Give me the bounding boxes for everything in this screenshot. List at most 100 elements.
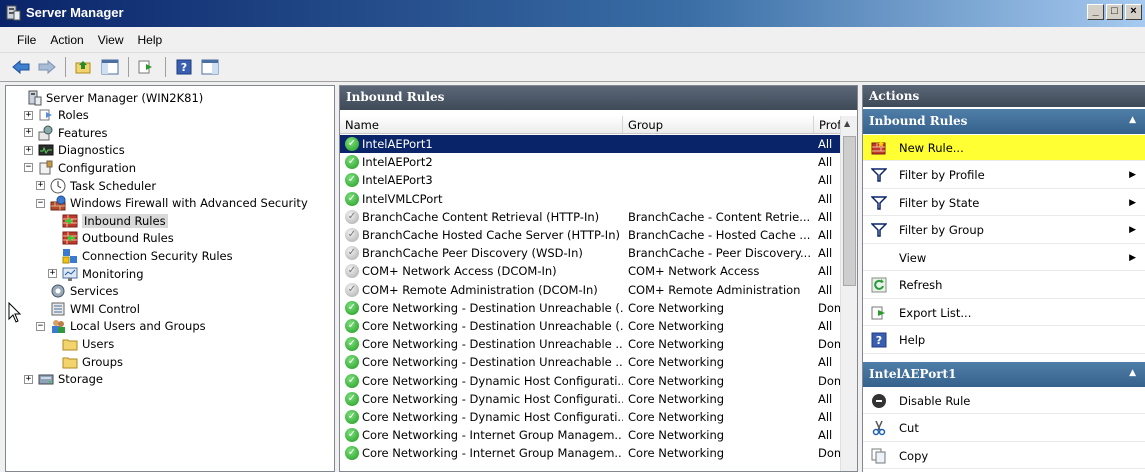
tree-item[interactable]: + Features [24, 124, 107, 141]
tree-item-label: Monitoring [82, 266, 144, 281]
scrollbar-thumb[interactable] [843, 136, 856, 286]
show-hide-tree-button[interactable] [99, 56, 121, 78]
actions-section-inbound-rules[interactable]: Inbound Rules ▲ [863, 109, 1145, 134]
rule-row[interactable]: ✓ IntelAEPort1 All [340, 135, 840, 154]
menu-action[interactable]: Action [43, 33, 90, 47]
help-button[interactable]: ? [173, 56, 195, 78]
rule-row[interactable]: ✓ COM+ Remote Administration (DCOM-In) COM… [340, 281, 840, 299]
action-help[interactable]: ? Help [863, 328, 1145, 354]
collapse-icon[interactable]: ▲ [1129, 115, 1136, 125]
back-button[interactable] [10, 56, 32, 78]
collapse-icon[interactable]: − [24, 163, 33, 173]
svg-text:?: ? [876, 334, 882, 347]
tree-item[interactable]: + Roles [24, 107, 89, 124]
rule-row[interactable]: ✓ BranchCache Peer Discovery (WSD-In) Bran… [340, 244, 840, 262]
rule-row[interactable]: ✓ IntelVMLCPort All [340, 190, 840, 208]
rule-row[interactable]: ✓ Core Networking - Destination Unreachab… [340, 317, 840, 335]
rule-row[interactable]: ✓ Core Networking - Internet Group Manage… [340, 444, 840, 462]
column-header-group[interactable]: Group [623, 116, 814, 133]
collapse-icon[interactable]: − [36, 198, 45, 208]
rule-row[interactable]: ✓ Core Networking - Destination Unreachab… [340, 299, 840, 317]
tree-item[interactable]: Groups [62, 353, 123, 370]
rule-row[interactable]: ✓ Core Networking - Destination Unreachab… [340, 353, 840, 371]
mouse-cursor-icon [8, 302, 22, 323]
action-pane-button[interactable] [199, 56, 221, 78]
action-export-list[interactable]: Export List... [863, 300, 1145, 326]
column-header-name[interactable]: Name [340, 116, 623, 133]
export-list-button[interactable] [136, 56, 158, 78]
collapse-icon[interactable]: ▲ [1129, 368, 1136, 378]
rule-name-cell: ✓ Core Networking - Destination Unreachab… [340, 300, 623, 315]
rule-name-cell: ✓ Core Networking - Internet Group Manage… [340, 428, 623, 443]
rule-group: Core Networking [628, 355, 725, 370]
tree-item[interactable]: − Configuration [24, 159, 136, 176]
rule-row[interactable]: ✓ IntelAEPort2 All [340, 153, 840, 171]
rule-enabled-icon: ✓ [345, 137, 359, 152]
expand-icon[interactable]: + [24, 374, 33, 384]
action-label: Filter by State [899, 195, 980, 210]
tree-item[interactable]: Connection Security Rules [62, 247, 233, 264]
expand-icon[interactable]: + [24, 128, 33, 138]
action-disable-rule[interactable]: Disable Rule [863, 388, 1145, 414]
action-filter-by-state[interactable]: Filter by State ▶ [863, 190, 1145, 216]
tree-item[interactable]: − Local Users and Groups [36, 318, 206, 335]
column-header-profile[interactable]: Prof [814, 116, 840, 133]
rule-row[interactable]: ✓ Core Networking - Dynamic Host Configur… [340, 408, 840, 426]
tree-item[interactable]: Inbound Rules [62, 212, 168, 229]
action-filter-by-group[interactable]: Filter by Group ▶ [863, 218, 1145, 244]
rule-enabled-icon: ✓ [345, 191, 359, 206]
menu-help[interactable]: Help [131, 33, 170, 47]
tree-item[interactable]: Outbound Rules [62, 230, 174, 247]
expand-icon[interactable]: + [36, 181, 45, 190]
rule-row[interactable]: ✓ COM+ Network Access (DCOM-In) COM+ Netwo… [340, 262, 840, 280]
vertical-scrollbar[interactable]: ▲ [840, 116, 857, 471]
window-title: Server Manager [26, 5, 124, 20]
action-new-rule[interactable]: New Rule... [863, 135, 1145, 161]
tree-item[interactable]: + Diagnostics [24, 142, 125, 159]
tree-item-label: Outbound Rules [82, 231, 174, 246]
scroll-up-icon[interactable]: ▲ [844, 119, 850, 128]
tree-item[interactable]: WMI Control [50, 300, 140, 317]
blank-icon [871, 250, 887, 266]
rule-name: Core Networking - Dynamic Host Configura… [362, 391, 623, 406]
maximize-button[interactable]: □ [1106, 4, 1123, 20]
rule-row[interactable]: ✓ BranchCache Hosted Cache Server (HTTP-I… [340, 226, 840, 244]
expand-icon[interactable]: + [24, 110, 33, 120]
tree-item[interactable]: Server Manager (WIN2K81) [26, 89, 203, 106]
tree-item[interactable]: Services [50, 283, 119, 300]
expand-icon[interactable]: + [48, 269, 57, 278]
console-tree-icon [101, 59, 119, 75]
rule-profile: All [818, 391, 833, 406]
rule-disabled-icon: ✓ [345, 264, 359, 279]
collapse-icon[interactable]: − [36, 321, 45, 331]
menu-view[interactable]: View [91, 33, 131, 47]
action-cut[interactable]: Cut [863, 416, 1145, 442]
rule-row[interactable]: ✓ Core Networking - Dynamic Host Configur… [340, 371, 840, 389]
rule-row[interactable]: ✓ IntelAEPort3 All [340, 171, 840, 189]
action-copy[interactable]: Copy [863, 443, 1145, 469]
action-view[interactable]: View ▶ [863, 245, 1145, 271]
rule-profile: All [818, 155, 833, 170]
minimize-button[interactable]: _ [1087, 4, 1104, 20]
rule-name: IntelVMLCPort [362, 191, 443, 206]
tree-item[interactable]: + Task Scheduler [36, 177, 156, 194]
tree-item[interactable]: + Storage [24, 371, 103, 388]
action-refresh[interactable]: Refresh [863, 273, 1145, 299]
rule-row[interactable]: ✓ BranchCache Content Retrieval (HTTP-In)… [340, 208, 840, 226]
up-level-button[interactable] [73, 56, 95, 78]
rule-group: COM+ Network Access [628, 264, 760, 279]
toolbar-separator [128, 57, 129, 77]
action-filter-by-profile[interactable]: Filter by Profile ▶ [863, 163, 1145, 189]
tree-item[interactable]: Users [62, 335, 114, 352]
expand-icon[interactable]: + [24, 145, 33, 155]
tree-item[interactable]: − Windows Firewall with Advanced Security [36, 195, 308, 212]
forward-button[interactable] [36, 56, 58, 78]
action-label: Cut [899, 421, 919, 435]
close-button[interactable]: × [1125, 4, 1142, 20]
rule-row[interactable]: ✓ Core Networking - Dynamic Host Configur… [340, 390, 840, 408]
actions-section-selected-rule[interactable]: IntelAEPort1 ▲ [863, 362, 1145, 387]
rule-row[interactable]: ✓ Core Networking - Internet Group Manage… [340, 426, 840, 444]
tree-item[interactable]: + Monitoring [48, 265, 144, 282]
menu-file[interactable]: File [10, 33, 43, 47]
rule-row[interactable]: ✓ Core Networking - Destination Unreachab… [340, 335, 840, 353]
